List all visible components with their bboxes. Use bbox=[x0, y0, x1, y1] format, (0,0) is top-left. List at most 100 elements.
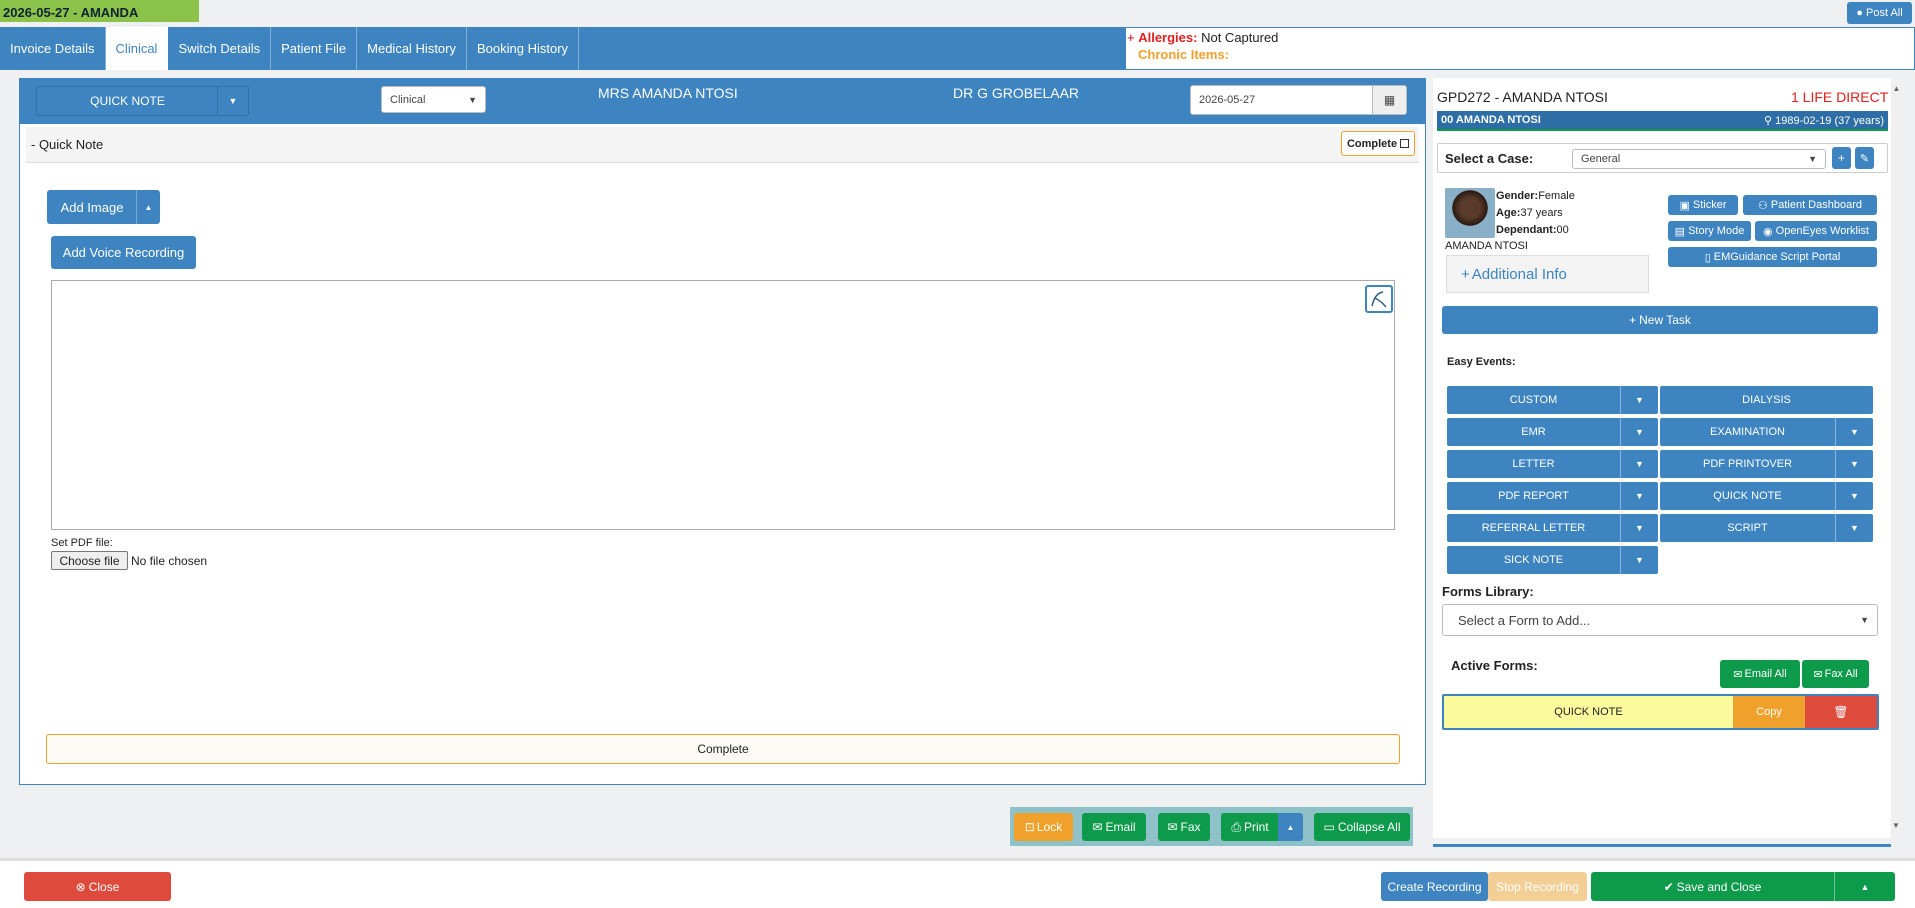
avatar bbox=[1445, 188, 1495, 238]
signature-button[interactable] bbox=[1365, 285, 1393, 313]
easy-events-label: Easy Events: bbox=[1447, 356, 1516, 368]
delete-form-button[interactable]: 🗑 bbox=[1805, 696, 1877, 728]
event-sick-note[interactable]: SICK NOTE ▼ bbox=[1447, 546, 1658, 574]
print-dropdown[interactable]: ▲ bbox=[1278, 813, 1303, 841]
caret-up-icon: ▲ bbox=[144, 202, 153, 212]
save-and-close-button[interactable]: ✔ Save and Close bbox=[1591, 872, 1834, 901]
caret-down-icon[interactable]: ▼ bbox=[1620, 546, 1658, 574]
case-select[interactable]: General ▼ bbox=[1572, 149, 1826, 169]
lock-button[interactable]: ⊡ Lock bbox=[1014, 813, 1073, 841]
caret-down-icon[interactable]: ▼ bbox=[1835, 450, 1873, 478]
calendar-button[interactable]: ▦ bbox=[1372, 85, 1407, 115]
patient-sidebar: GPD272 - AMANDA NTOSI 1 LIFE DIRECT 00 A… bbox=[1433, 78, 1902, 847]
event-script[interactable]: SCRIPT ▼ bbox=[1660, 514, 1873, 542]
save-options-dropdown[interactable]: ▲ bbox=[1834, 872, 1895, 901]
event-emr[interactable]: EMR ▼ bbox=[1447, 418, 1658, 446]
chevron-down-icon: ▼ bbox=[1860, 615, 1869, 625]
event-pdf-printover[interactable]: PDF PRINTOVER ▼ bbox=[1660, 450, 1873, 478]
tab-clinical[interactable]: Clinical bbox=[105, 27, 169, 70]
case-panel: Select a Case: General ▼ + ✎ bbox=[1437, 143, 1888, 173]
tab-patient-file[interactable]: Patient File bbox=[271, 27, 358, 70]
caret-down-icon[interactable]: ▼ bbox=[1835, 418, 1873, 446]
new-task-button[interactable]: + New Task bbox=[1442, 306, 1878, 334]
tab-switch-details[interactable]: Switch Details bbox=[168, 27, 272, 70]
event-letter[interactable]: LETTER ▼ bbox=[1447, 450, 1658, 478]
envelope-icon: ✉ bbox=[1733, 668, 1743, 681]
caret-down-icon[interactable]: ▼ bbox=[1620, 418, 1658, 446]
tab-booking-history[interactable]: Booking History bbox=[467, 27, 580, 70]
fax-all-button[interactable]: ✉ Fax All bbox=[1802, 660, 1869, 688]
sidebar-scrollbar[interactable]: ▲ ▼ bbox=[1891, 78, 1902, 838]
close-button[interactable]: ⊗ Close bbox=[24, 872, 171, 901]
email-button[interactable]: ✉ Email bbox=[1082, 813, 1146, 841]
caret-down-icon: ▼ bbox=[228, 96, 238, 106]
users-icon: ⚇ bbox=[1758, 199, 1768, 212]
chronic-items-label: Chronic Items: bbox=[1138, 47, 1230, 62]
post-all-button[interactable]: ● Post All bbox=[1847, 2, 1912, 24]
story-mode-button[interactable]: ▤ Story Mode bbox=[1668, 221, 1751, 241]
note-type-button[interactable]: QUICK NOTE bbox=[36, 86, 219, 116]
add-voice-recording-button[interactable]: Add Voice Recording bbox=[51, 236, 196, 269]
openeyes-worklist-button[interactable]: ◉ OpenEyes Worklist bbox=[1755, 221, 1877, 241]
edit-icon: ✎ bbox=[1859, 152, 1870, 165]
add-image-dropdown[interactable]: ▲ bbox=[136, 190, 160, 224]
select-case-label: Select a Case: bbox=[1445, 151, 1534, 166]
complete-checkbox[interactable]: Complete bbox=[1341, 131, 1415, 156]
event-pdf-report[interactable]: PDF REPORT ▼ bbox=[1447, 482, 1658, 510]
medical-aid-name: 1 LIFE DIRECT bbox=[1791, 89, 1889, 105]
additional-info-toggle[interactable]: + Additional Info bbox=[1446, 255, 1649, 293]
event-dialysis[interactable]: DIALYSIS bbox=[1660, 386, 1873, 414]
note-type-dropdown[interactable]: ▼ bbox=[217, 86, 249, 116]
doctor-name: DR G GROBELAAR bbox=[953, 85, 1080, 101]
caret-down-icon[interactable]: ▼ bbox=[1620, 514, 1658, 542]
email-all-button[interactable]: ✉ Email All bbox=[1720, 660, 1800, 688]
event-examination[interactable]: EXAMINATION ▼ bbox=[1660, 418, 1873, 446]
caret-down-icon[interactable]: ▼ bbox=[1620, 482, 1658, 510]
check-circle-icon: ● bbox=[1856, 7, 1863, 19]
fax-button[interactable]: ✉ Fax bbox=[1158, 813, 1210, 841]
story-icon: ▤ bbox=[1674, 225, 1686, 238]
eye-icon: ◉ bbox=[1763, 225, 1773, 238]
add-image-button[interactable]: Add Image bbox=[47, 190, 137, 224]
print-button[interactable]: ⎙ Print bbox=[1221, 813, 1279, 841]
scroll-up-icon: ▲ bbox=[1892, 84, 1901, 93]
category-select[interactable]: Clinical ▼ bbox=[381, 86, 486, 113]
check-circle-icon: ✔ bbox=[1663, 879, 1674, 894]
choose-file-button[interactable]: Choose file bbox=[51, 551, 128, 570]
times-circle-icon: ⊗ bbox=[75, 879, 86, 894]
caret-down-icon[interactable]: ▼ bbox=[1620, 450, 1658, 478]
event-custom[interactable]: CUSTOM ▼ bbox=[1447, 386, 1658, 414]
plus-icon: + bbox=[1461, 265, 1470, 283]
add-case-button[interactable]: + bbox=[1832, 147, 1851, 169]
event-quick-note[interactable]: QUICK NOTE ▼ bbox=[1660, 482, 1873, 510]
complete-bar-button[interactable]: Complete bbox=[46, 734, 1400, 764]
event-referral-letter[interactable]: REFERRAL LETTER ▼ bbox=[1447, 514, 1658, 542]
copy-form-button[interactable]: Copy bbox=[1733, 696, 1805, 728]
tab-medical-history[interactable]: Medical History bbox=[357, 27, 467, 70]
patient-dashboard-button[interactable]: ⚇ Patient Dashboard bbox=[1743, 195, 1877, 215]
age-value: 37 years bbox=[1520, 207, 1563, 219]
active-forms-label: Active Forms: bbox=[1451, 658, 1538, 673]
caret-down-icon[interactable]: ▼ bbox=[1620, 386, 1658, 414]
sticker-button[interactable]: ▣ Sticker bbox=[1668, 195, 1738, 215]
date-input[interactable]: 2026-05-27 bbox=[1190, 85, 1373, 115]
active-form-quick-note[interactable]: QUICK NOTE bbox=[1444, 696, 1733, 728]
caret-down-icon[interactable]: ▼ bbox=[1835, 514, 1873, 542]
form-select[interactable]: Select a Form to Add... ▼ bbox=[1442, 604, 1878, 636]
note-title: - Quick Note bbox=[31, 137, 104, 152]
collapse-all-button[interactable]: ▭ Collapse All bbox=[1314, 813, 1410, 841]
plus-icon: + bbox=[1629, 313, 1637, 327]
envelope-icon: ✉ bbox=[1092, 820, 1103, 834]
allergies-label: Allergies: bbox=[1138, 30, 1198, 45]
note-textarea[interactable] bbox=[51, 280, 1395, 530]
tab-invoice-details[interactable]: Invoice Details bbox=[0, 27, 106, 70]
chevron-down-icon: ▼ bbox=[468, 94, 477, 105]
stop-recording-button[interactable]: Stop Recording bbox=[1488, 872, 1587, 901]
active-form-row: QUICK NOTE Copy 🗑 bbox=[1442, 694, 1879, 730]
edit-case-button[interactable]: ✎ bbox=[1855, 147, 1874, 169]
dependant-bar: 00 AMANDA NTOSI ⚲ 1989-02-19 (37 years) bbox=[1437, 111, 1888, 131]
create-recording-button[interactable]: Create Recording bbox=[1381, 872, 1488, 901]
caret-down-icon[interactable]: ▼ bbox=[1835, 482, 1873, 510]
emguidance-portal-button[interactable]: ▯ EMGuidance Script Portal bbox=[1668, 247, 1877, 267]
patient-name-label: AMANDA NTOSI bbox=[1445, 240, 1528, 252]
